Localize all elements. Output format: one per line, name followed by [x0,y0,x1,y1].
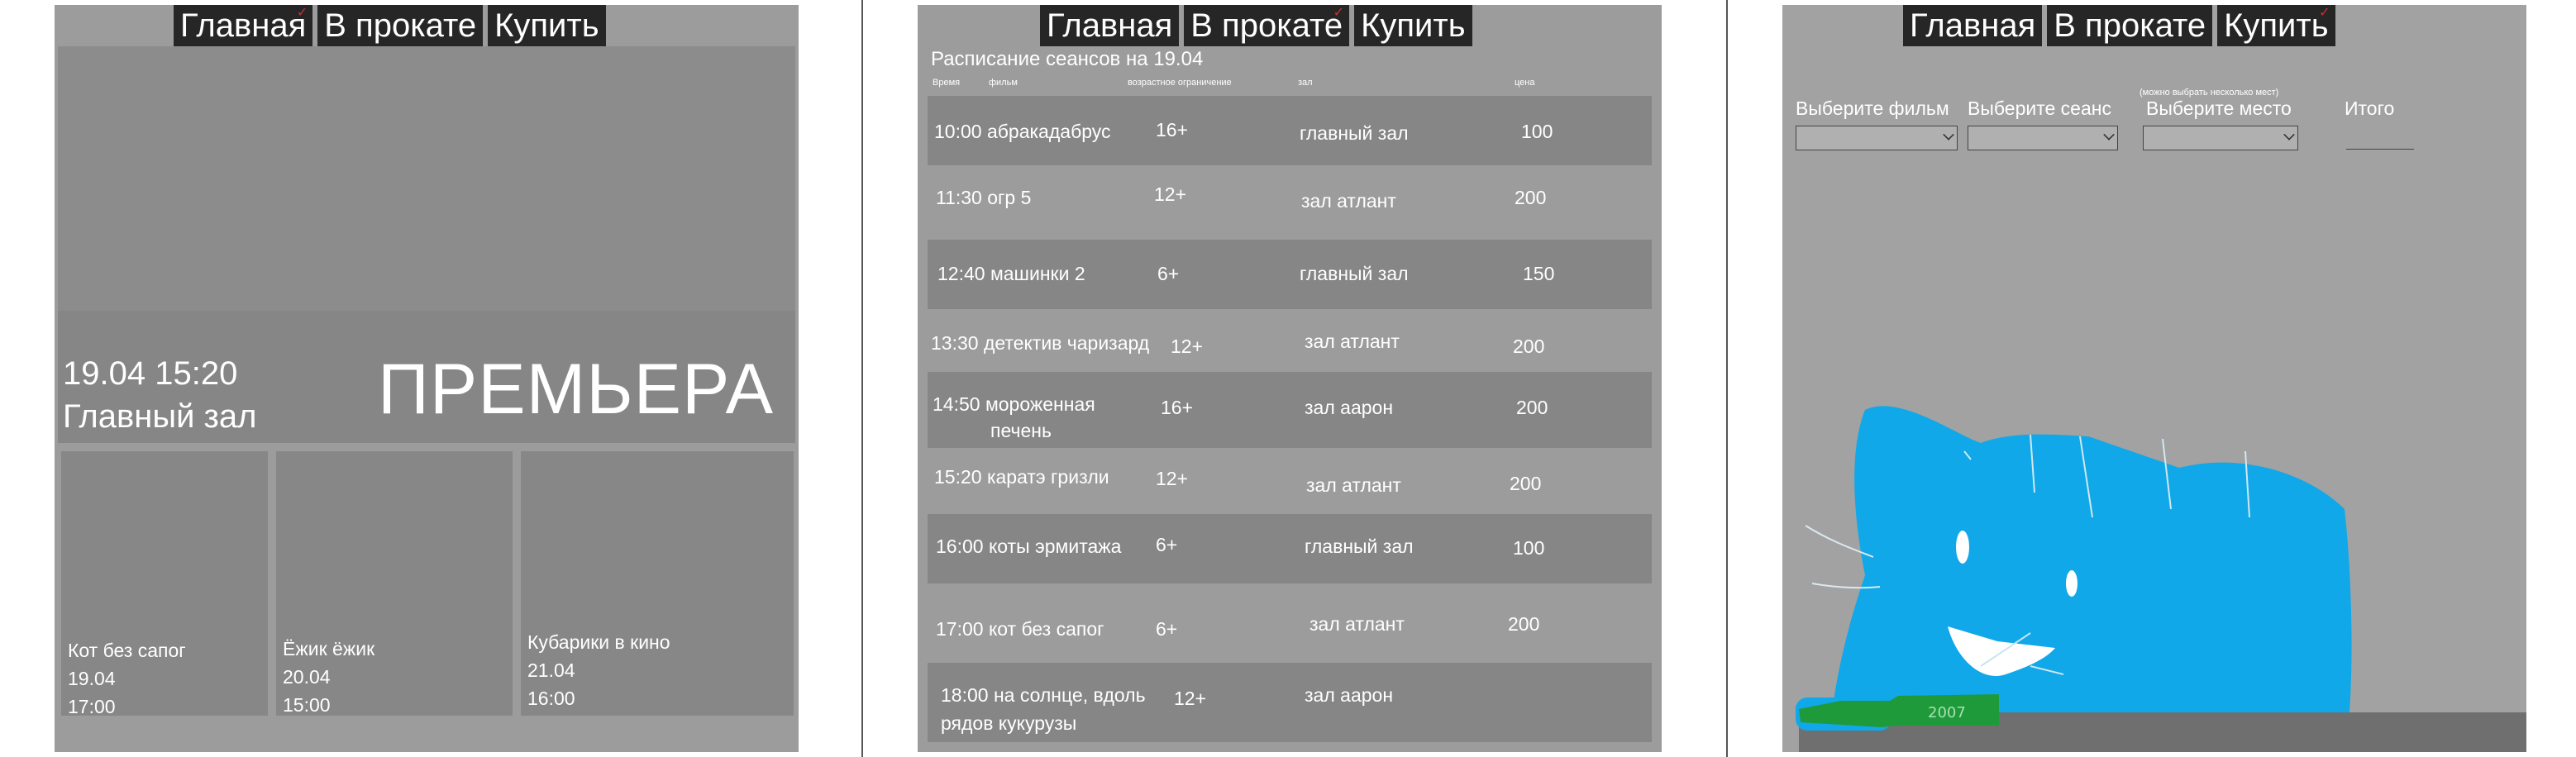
session-time-film: 13:30 детектив чаризард [931,332,1150,354]
session-time-film: 18:00 на солнце, вдоль [941,684,1146,706]
session-price: 100 [1521,121,1553,142]
column-header-hall: зал [1298,78,1313,88]
session-age: 6+ [1157,263,1180,284]
movie-card-date: 20.04 [283,666,331,688]
column-header-film: фильм [989,78,1018,88]
session-price: 200 [1510,473,1542,494]
session-row[interactable]: 11:30 огр 5 12+ зал атлант 200 [928,165,1652,243]
session-age: 12+ [1156,468,1189,489]
bottle-label: 2007 [1928,704,1966,721]
session-hall: зал аарон [1305,684,1394,706]
session-price: 200 [1513,336,1545,357]
divider [861,0,863,757]
session-row[interactable]: 12:40 машинки 2 6+ главный зал 150 [928,240,1652,309]
schedule-title: Расписание сеансов на 19.04 [931,48,1204,70]
mascot-cat-icon [1805,406,2352,712]
session-price: 150 [1523,263,1555,284]
session-hall: зал атлант [1305,331,1400,352]
session-age: 16+ [1156,119,1189,140]
session-row[interactable]: 13:30 детектив чаризард 12+ зал атлант 2… [928,309,1652,375]
nav-home-button[interactable]: Главная ✓ [174,5,313,46]
session-age: 12+ [1171,336,1204,357]
nav-home-button[interactable]: Главная [1040,5,1180,46]
active-mark-icon: ✓ [296,6,308,20]
movie-card[interactable]: Кот без сапог 19.04 17:00 [61,451,268,717]
session-age: 6+ [1156,534,1178,555]
session-hall: зал атлант [1301,190,1396,212]
movie-card[interactable]: Ёжик ёжик 20.04 15:00 [276,451,513,716]
session-time-film: 17:00 кот без сапог [936,618,1104,640]
session-row[interactable]: 10:00 абракадабрус 16+ главный зал 100 [928,96,1652,165]
session-hall: главный зал [1300,263,1409,284]
column-header-price: цена [1515,78,1535,88]
movie-card-time: 15:00 [283,694,331,716]
mascot-illustration: 2007 [1796,406,2352,731]
session-time-film-line2: рядов кукурузы [941,712,1077,734]
premiere-datetime: 19.04 15:20 [63,355,238,392]
movie-card-title: Ёжик ёжик [283,638,375,659]
schedule-screen: Главная В прокате ✓ Купить Расписание сеа… [918,5,1662,752]
premiere-banner-image[interactable] [58,46,795,311]
nav-bar: Главная ✓ В прокате Купить [174,5,606,46]
movie-card[interactable]: Кубарики в кино 21.04 16:00 [521,451,794,716]
column-header-age: возрастное ограничение [1128,78,1232,88]
session-age: 12+ [1174,688,1207,709]
session-age: 6+ [1156,618,1178,640]
bottle-icon: 2007 [1796,694,1999,731]
session-price: 200 [1515,187,1547,208]
session-time-film: 15:20 каратэ гризли [934,466,1109,488]
nav-bar: Главная В прокате ✓ Купить [1040,5,1472,46]
session-time-film: 14:50 мороженная [933,393,1095,415]
nav-buy-button[interactable]: Купить [1354,5,1472,46]
session-hall: зал атлант [1309,613,1405,635]
session-price: 200 [1516,397,1548,418]
active-mark-icon: ✓ [1333,6,1345,20]
movie-card-date: 19.04 [68,668,116,689]
session-hall: зал аарон [1305,397,1394,418]
movie-card-time: 17:00 [68,696,116,717]
session-row[interactable]: 15:20 каратэ гризли 12+ зал атлант 200 [928,448,1652,519]
session-time-film: 12:40 машинки 2 [937,263,1085,284]
session-hall: главный зал [1305,536,1414,557]
movie-card-date: 21.04 [527,659,575,681]
session-price: 100 [1513,537,1545,559]
nav-rental-button[interactable]: В прокате [317,5,484,46]
session-time-film-line2: печень [990,420,1052,441]
session-time-film: 16:00 коты эрмитажа [936,536,1122,557]
divider [1726,0,1728,757]
movie-card-time: 16:00 [527,688,575,709]
home-screen: Главная ✓ В прокате Купить 19.04 15:20 Гл… [55,5,799,752]
session-time-film: 10:00 абракадабрус [934,121,1111,142]
session-row[interactable]: 14:50 мороженная печень 16+ зал аарон 20… [928,372,1652,448]
nav-rental-button[interactable]: В прокате ✓ [1184,5,1350,46]
session-row[interactable]: 16:00 коты эрмитажа 6+ главный зал 100 [928,514,1652,583]
nav-buy-button[interactable]: Купить [488,5,606,46]
session-age: 12+ [1154,183,1187,205]
session-hall: зал атлант [1306,474,1401,496]
session-price: 200 [1508,613,1540,635]
premiere-label: ПРЕМЬЕРА [378,350,774,429]
buy-screen: Главная В прокате Купить ✓ Выберите фильм… [1782,5,2526,752]
premiere-hall: Главный зал [63,398,257,435]
session-time-film: 11:30 огр 5 [936,187,1032,208]
column-header-time: Время [933,78,961,88]
session-row[interactable]: 18:00 на солнце, вдоль рядов кукурузы 12… [928,663,1652,742]
movie-card-title: Кубарики в кино [527,631,670,653]
session-hall: главный зал [1300,122,1409,144]
session-age: 16+ [1161,397,1194,418]
session-row[interactable]: 17:00 кот без сапог 6+ зал атлант 200 [928,583,1652,663]
premiere-info[interactable]: 19.04 15:20 Главный зал ПРЕМЬЕРА [58,311,795,443]
movie-card-title: Кот без сапог [68,640,186,661]
